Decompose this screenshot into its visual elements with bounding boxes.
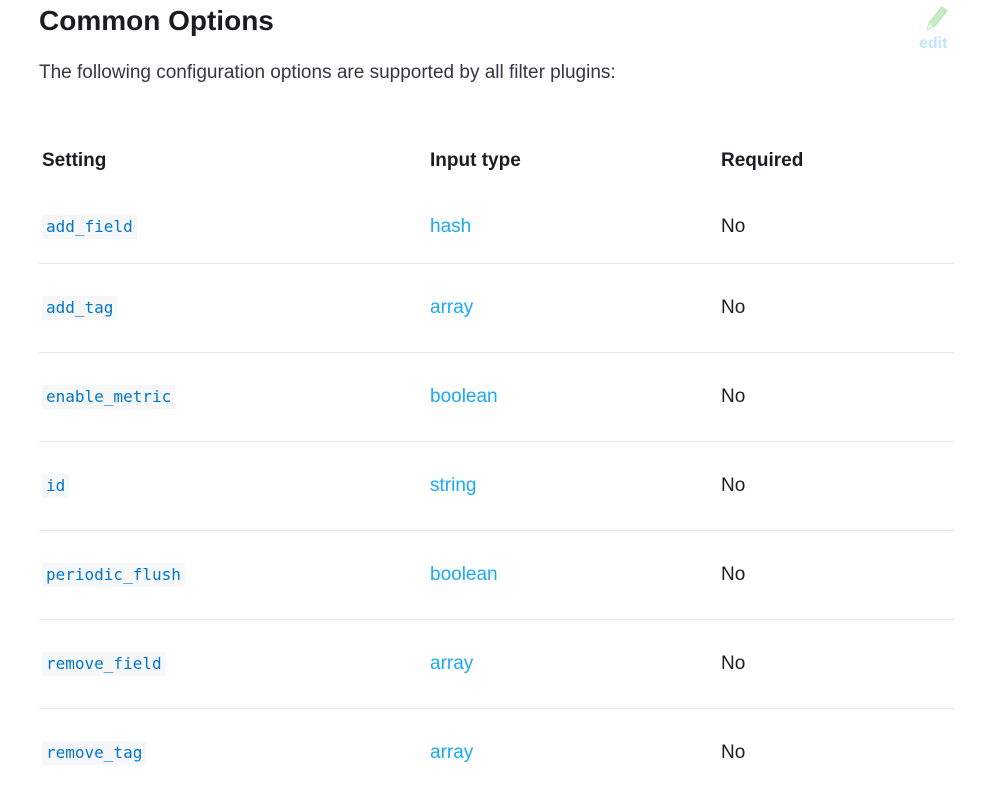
table-row: add_tag array No xyxy=(39,263,954,353)
header-input-type: Input type xyxy=(430,150,521,171)
input-type-link[interactable]: boolean xyxy=(430,564,498,585)
required-value: No xyxy=(721,475,746,496)
table-row: id string No xyxy=(39,441,954,531)
setting-link[interactable]: enable_metric xyxy=(42,385,176,409)
edit-label: edit xyxy=(919,35,948,52)
setting-link[interactable]: add_field xyxy=(42,215,137,239)
table-row: periodic_flush boolean No xyxy=(39,530,954,620)
required-value: No xyxy=(721,564,746,585)
required-value: No xyxy=(721,653,746,674)
header-required: Required xyxy=(721,150,804,171)
setting-link[interactable]: remove_tag xyxy=(42,741,147,765)
intro-text: The following configuration options are … xyxy=(39,62,616,83)
required-value: No xyxy=(721,216,746,237)
required-value: No xyxy=(721,742,746,763)
required-value: No xyxy=(721,297,746,318)
setting-link[interactable]: add_tag xyxy=(42,296,118,320)
table-row: add_field hash No xyxy=(39,191,954,264)
setting-link[interactable]: remove_field xyxy=(42,652,166,676)
edit-link[interactable]: edit xyxy=(915,4,957,56)
table-row: remove_field array No xyxy=(39,619,954,709)
page-title: Common Options xyxy=(39,5,274,36)
input-type-link[interactable]: string xyxy=(430,475,476,496)
common-options-table: Setting Input type Required add_field ha… xyxy=(39,131,954,797)
table-row: enable_metric boolean No xyxy=(39,352,954,442)
pencil-icon xyxy=(926,6,948,31)
table-row: remove_tag array No xyxy=(39,709,954,798)
required-value: No xyxy=(721,386,746,407)
input-type-link[interactable]: array xyxy=(430,297,473,318)
input-type-link[interactable]: boolean xyxy=(430,386,498,407)
setting-link[interactable]: periodic_flush xyxy=(42,563,185,587)
header-setting: Setting xyxy=(42,150,107,171)
input-type-link[interactable]: array xyxy=(430,653,473,674)
table-header-row: Setting Input type Required xyxy=(39,131,954,191)
setting-link[interactable]: id xyxy=(42,474,70,498)
input-type-link[interactable]: array xyxy=(430,742,473,763)
input-type-link[interactable]: hash xyxy=(430,216,471,237)
